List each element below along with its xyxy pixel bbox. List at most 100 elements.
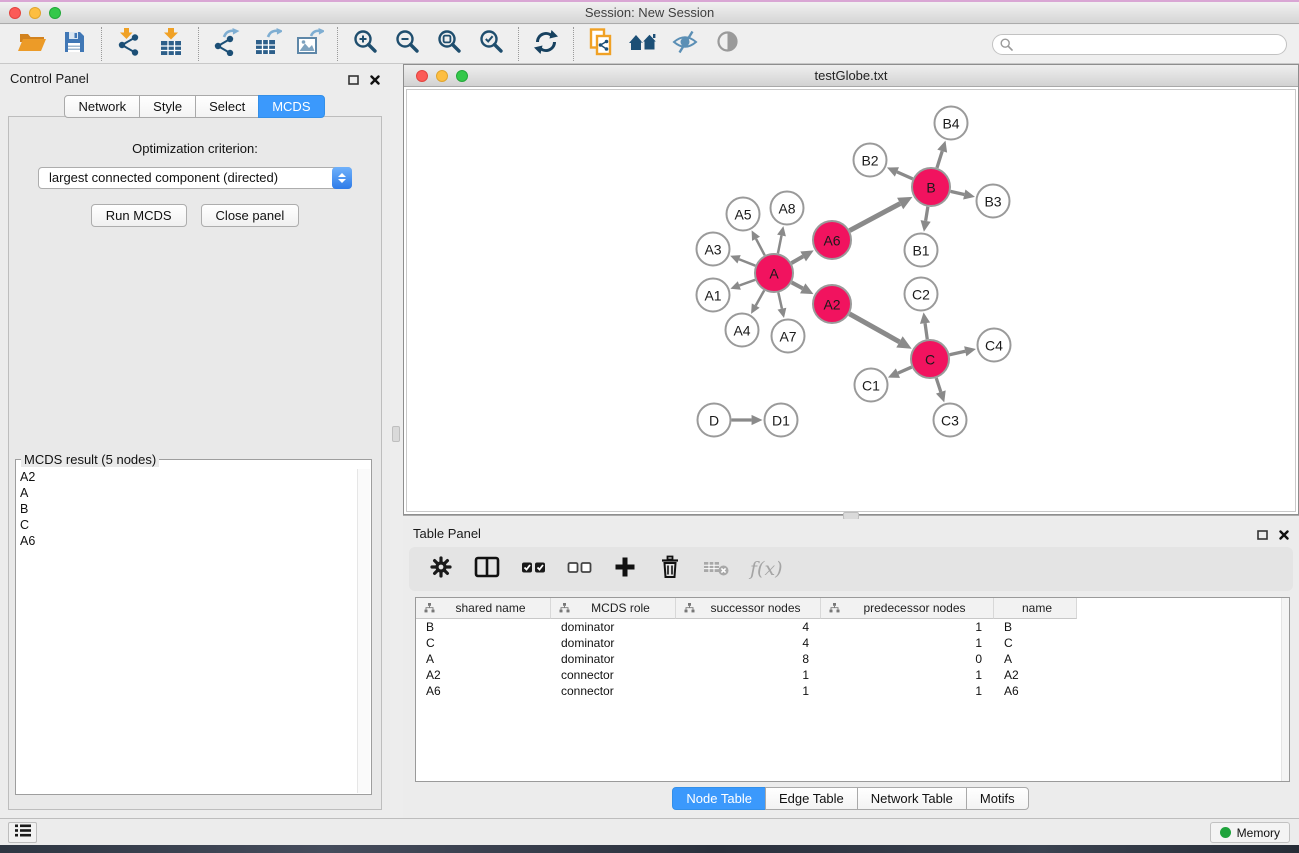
tab-edge-table[interactable]: Edge Table	[765, 787, 858, 810]
show-graphics-details-button[interactable]	[710, 28, 744, 60]
table-cell[interactable]: A	[416, 651, 551, 667]
minimize-window-button[interactable]	[29, 7, 41, 19]
table-cell[interactable]: dominator	[551, 651, 676, 667]
edge-A-A6[interactable]	[791, 256, 803, 263]
edge-B-B4[interactable]	[937, 151, 942, 168]
tab-network-table[interactable]: Network Table	[857, 787, 967, 810]
zoom-selected-button[interactable]	[474, 28, 508, 60]
close-window-button[interactable]	[9, 7, 21, 19]
task-history-button[interactable]	[8, 822, 37, 843]
tab-select[interactable]: Select	[195, 95, 259, 118]
edge-A-A4[interactable]	[756, 290, 765, 305]
delete-column-icon[interactable]	[658, 555, 682, 584]
edge-B-B3[interactable]	[951, 191, 965, 194]
edge-A-A7[interactable]	[778, 293, 782, 309]
table-cell[interactable]: 1	[821, 635, 994, 651]
split-columns-icon[interactable]	[474, 555, 500, 584]
export-image-button[interactable]	[293, 28, 327, 60]
table-cell[interactable]: 8	[676, 651, 821, 667]
table-cell[interactable]: 4	[676, 619, 821, 635]
tab-mcds[interactable]: MCDS	[258, 95, 324, 118]
edge-A6-B[interactable]	[850, 204, 901, 231]
export-network-button[interactable]	[209, 28, 243, 60]
tab-style[interactable]: Style	[139, 95, 196, 118]
result-item[interactable]: A6	[20, 533, 355, 549]
close-panel-icon[interactable]	[1279, 527, 1289, 545]
table-cell[interactable]: 0	[821, 651, 994, 667]
edge-C-C2[interactable]	[925, 323, 927, 339]
import-network-button[interactable]	[112, 28, 146, 60]
zoom-in-button[interactable]	[348, 28, 382, 60]
table-cell[interactable]: 1	[821, 619, 994, 635]
table-cell[interactable]: A6	[994, 683, 1077, 699]
close-window-button[interactable]	[416, 70, 428, 82]
table-cell[interactable]: A6	[416, 683, 551, 699]
table-row[interactable]: Bdominator41B	[416, 619, 1289, 635]
run-mcds-button[interactable]: Run MCDS	[91, 204, 187, 227]
minimize-window-button[interactable]	[436, 70, 448, 82]
table-cell[interactable]: 1	[676, 667, 821, 683]
network-canvas[interactable]: B4B2BB3A5A8A6A3B1AA1C2A2A4A7C4CC1C3DD1	[406, 89, 1296, 512]
select-all-checkboxes-icon[interactable]	[521, 555, 546, 584]
table-cell[interactable]: dominator	[551, 635, 676, 651]
table-row[interactable]: A6connector11A6	[416, 683, 1289, 699]
edge-A2-C[interactable]	[849, 314, 899, 342]
edge-C-C3[interactable]	[936, 378, 941, 392]
add-column-icon[interactable]	[613, 555, 637, 584]
network-view-window[interactable]: testGlobe.txt B4B2BB3A5A8A6A3B1AA1C2A2A4…	[403, 64, 1299, 515]
column-header-shared-name[interactable]: shared name	[416, 598, 551, 619]
edge-B-B2[interactable]	[897, 172, 913, 179]
edge-C-C1[interactable]	[898, 367, 912, 373]
delete-table-icon[interactable]	[703, 556, 729, 583]
app-titlebar[interactable]: Session: New Session	[0, 2, 1299, 24]
column-header-name[interactable]: name	[994, 598, 1077, 619]
edge-A-A2[interactable]	[792, 282, 803, 288]
result-item[interactable]: A	[20, 485, 355, 501]
zoom-window-button[interactable]	[456, 70, 468, 82]
table-cell[interactable]: B	[994, 619, 1077, 635]
tab-node-table[interactable]: Node Table	[672, 787, 766, 810]
home-button[interactable]	[626, 28, 660, 60]
zoom-out-button[interactable]	[390, 28, 424, 60]
table-cell[interactable]: connector	[551, 667, 676, 683]
table-row[interactable]: Adominator80A	[416, 651, 1289, 667]
table-cell[interactable]: dominator	[551, 619, 676, 635]
network-window-titlebar[interactable]: testGlobe.txt	[404, 65, 1298, 87]
table-cell[interactable]: 1	[676, 683, 821, 699]
zoom-window-button[interactable]	[49, 7, 61, 19]
column-header-successor-nodes[interactable]: successor nodes	[676, 598, 821, 619]
edge-C-C4[interactable]	[950, 351, 966, 354]
deselect-all-checkboxes-icon[interactable]	[567, 555, 592, 584]
copy-style-button[interactable]	[584, 28, 618, 60]
import-table-button[interactable]	[154, 28, 188, 60]
table-row[interactable]: Cdominator41C	[416, 635, 1289, 651]
tab-network[interactable]: Network	[64, 95, 140, 118]
table-cell[interactable]: 1	[821, 667, 994, 683]
save-session-button[interactable]	[57, 28, 91, 60]
close-panel-button[interactable]: Close panel	[201, 204, 300, 227]
table-cell[interactable]: C	[416, 635, 551, 651]
memory-button[interactable]: Memory	[1210, 822, 1290, 843]
table-cell[interactable]: A2	[994, 667, 1077, 683]
table-cell[interactable]: 1	[821, 683, 994, 699]
float-panel-icon[interactable]	[1257, 527, 1268, 545]
table-cell[interactable]: A2	[416, 667, 551, 683]
float-panel-icon[interactable]	[348, 72, 359, 90]
export-table-button[interactable]	[251, 28, 285, 60]
table-cell[interactable]: B	[416, 619, 551, 635]
table-cell[interactable]: A	[994, 651, 1077, 667]
criterion-dropdown[interactable]: largest connected component (directed)	[38, 167, 352, 189]
splitter-handle[interactable]	[392, 426, 400, 442]
search-input[interactable]	[992, 34, 1287, 55]
table-row[interactable]: A2connector11A2	[416, 667, 1289, 683]
column-header-predecessor-nodes[interactable]: predecessor nodes	[821, 598, 994, 619]
table-scrollbar[interactable]	[1281, 598, 1289, 781]
edge-A-A8[interactable]	[778, 235, 782, 253]
edge-B-B1[interactable]	[926, 207, 928, 221]
table-cell[interactable]: connector	[551, 683, 676, 699]
result-scrollbar[interactable]	[357, 469, 370, 793]
table-cell[interactable]: 4	[676, 635, 821, 651]
tab-motifs[interactable]: Motifs	[966, 787, 1029, 810]
function-builder-button[interactable]: f(x)	[750, 558, 783, 580]
edge-A-A3[interactable]	[739, 259, 755, 265]
